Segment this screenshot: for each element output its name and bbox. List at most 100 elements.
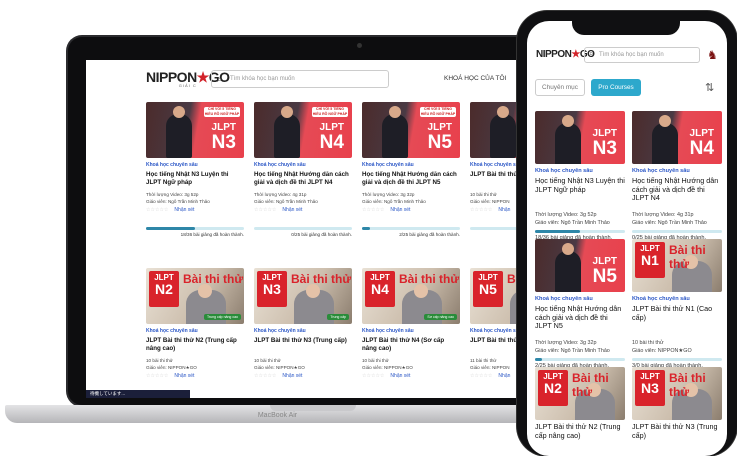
course-title[interactable]: JLPT Bài thi thử N3 (Trung cấp): [254, 337, 352, 353]
progress-bar: [254, 227, 352, 230]
course-thumbnail[interactable]: JLPT N1 Bài thi thử: [632, 239, 722, 292]
course-title[interactable]: JLPT Bài thi thử N1 (Cao cấp): [632, 305, 722, 339]
progress-bar: [632, 230, 722, 233]
course-meta: 10 bài thi thử Giáo viên: NIPPON★GO: [254, 357, 352, 371]
jlpt-level-badge: JLPT N3: [635, 370, 665, 406]
level-tag: Sơ cấp nâng cao: [424, 314, 457, 320]
exam-label: Bài thi thử: [572, 371, 609, 399]
review-link[interactable]: Nhận xét: [174, 207, 194, 213]
course-teacher: Giáo viên: Ngô Trần Minh Thảo: [632, 220, 707, 226]
course-title[interactable]: JLPT Bài thi thử: [470, 171, 522, 187]
course-thumbnail[interactable]: JLPTN5Bài: [470, 268, 522, 324]
phone-screen: NIPPON★GO ⌕ Tìm khóa học bạn muốn ♞ Chuy…: [527, 21, 727, 456]
teacher-photo: [166, 106, 192, 158]
course-duration: 10 bài thi thử: [470, 192, 497, 197]
course-title[interactable]: JLPT Bài thi thử N2 (Trung cấp nâng cao): [535, 423, 625, 456]
course-thumbnail[interactable]: JLPT N3: [535, 111, 625, 164]
course-card[interactable]: JLPT N4 Khoá học chuyên sâu Học tiếng Nhật …: [632, 111, 722, 241]
course-duration: Thời lượng Video: 3g 32p: [362, 192, 415, 197]
search-input[interactable]: ⌕ Tìm khóa học bạn muốn: [211, 70, 389, 88]
rating-stars: ☆☆☆☆☆: [470, 373, 493, 379]
teacher-photo: [274, 106, 300, 158]
course-title[interactable]: Học tiếng Nhật N3 Luyện thi JLPT Ngữ phá…: [146, 171, 244, 187]
course-thumbnail[interactable]: JLPT N2 Bài thi thử Trung cấp nâng cao: [146, 268, 244, 324]
course-card[interactable]: JLPTN1 Khoá học chuyên sâu JLPT Bài thi th…: [470, 102, 522, 237]
course-thumbnail[interactable]: JLPT N4: [632, 111, 722, 164]
course-thumbnail[interactable]: JLPT N3 Bài thi thử Trung cấp: [254, 268, 352, 324]
course-duration: 11 bài thi thử: [470, 358, 497, 363]
jlpt-level-badge: JLPT N5: [593, 257, 617, 287]
phone-notch: [572, 18, 680, 35]
course-title[interactable]: JLPT Bài thi thử N2 (Trung cấp nâng cao): [146, 337, 244, 353]
course-thumbnail[interactable]: JLPT N3 Bài thi thử: [632, 367, 722, 420]
category-filter-button[interactable]: Chuyên mục: [535, 79, 585, 96]
course-card[interactable]: JLPT N3 Bài thi thử JLPT Bài thi thử N3 (Tr…: [632, 367, 722, 456]
course-card[interactable]: CHỈ VỚI 5 TIẾNG HIỂU RÕ NGỮ PHÁP JLPT N5 Kh…: [362, 102, 460, 237]
course-thumbnail[interactable]: JLPT N5: [535, 239, 625, 292]
level-label: N3: [641, 380, 659, 396]
course-card[interactable]: JLPT N1 Bài thi thử Khoá học chuyên sâu JLPT…: [632, 239, 722, 369]
course-card[interactable]: CHỈ VỚI 5 TIẾNG HIỂU RÕ NGỮ PHÁP JLPT N3 Kh…: [146, 102, 244, 237]
exam-label: Bài thi thử: [669, 371, 706, 399]
level-label: N2: [544, 380, 562, 396]
course-thumbnail[interactable]: CHỈ VỚI 5 TIẾNG HIỂU RÕ NGỮ PHÁP JLPT N5: [362, 102, 460, 158]
course-title[interactable]: Học tiếng Nhật N3 Luyện thi JLPT Ngữ phá…: [535, 177, 625, 211]
review-link[interactable]: Nhận xét: [282, 207, 302, 213]
promo-badge: CHỈ VỚI 5 TIẾNG HIỂU RÕ NGỮ PHÁP: [420, 107, 456, 117]
jlpt-level-badge: JLPT N5: [427, 123, 452, 153]
level-label: N5: [427, 132, 452, 153]
course-title[interactable]: Học tiếng Nhật Hướng dẫn cách giải và dị…: [535, 305, 625, 339]
course-card[interactable]: JLPT N3 Bài thi thử Trung cấp Khoá học chuyê…: [254, 268, 352, 379]
course-card[interactable]: JLPT N2 Bài thi thử Trung cấp nâng cao Khoá …: [146, 268, 244, 379]
review-link[interactable]: Nhận xét: [390, 373, 410, 379]
pro-courses-button[interactable]: Pro Courses: [591, 79, 641, 96]
jlpt-level-badge: JLPT N1: [635, 242, 665, 278]
course-category: Khoá học chuyên sâu: [470, 162, 522, 168]
course-title[interactable]: Học tiếng Nhật Hướng dẫn cách giải và dị…: [632, 177, 722, 211]
course-thumbnail[interactable]: JLPT N4 Bài thi thử Sơ cấp nâng cao: [362, 268, 460, 324]
review-link[interactable]: Nhận xét: [282, 373, 302, 379]
course-title[interactable]: Học tiếng Nhật Hướng dẫn cách giải và dị…: [254, 171, 352, 187]
review-link[interactable]: Nhận xét: [174, 373, 194, 379]
course-teacher: Giáo viên: Ngô Trần Minh Thảo: [254, 199, 318, 204]
rating-stars: ☆☆☆☆☆: [470, 207, 493, 213]
progress-text: 3/0: [470, 232, 522, 237]
course-teacher: Giáo viên: Ngô Trần Minh Thảo: [535, 220, 610, 226]
course-title[interactable]: JLPT Bài thi thử N4 (Sơ cấp nâng cao): [362, 337, 460, 353]
course-meta: Thời lượng Video: 3g 52p Giáo viên: Ngô T…: [535, 211, 625, 227]
course-meta: Thời lượng Video: 3g 52p Giáo viên: Ngô T…: [146, 191, 244, 205]
search-icon: ⌕: [589, 49, 594, 58]
progress-fill: [146, 227, 195, 230]
phone-search-input[interactable]: ⌕ Tìm khóa học bạn muốn: [584, 47, 700, 63]
course-duration: 10 bài thi thử: [632, 340, 664, 346]
course-card[interactable]: JLPT N4 Bài thi thử Sơ cấp nâng cao Khoá học…: [362, 268, 460, 379]
course-category: Khoá học chuyên sâu: [535, 296, 593, 302]
sort-icon[interactable]: ⇅: [705, 81, 714, 94]
user-avatar-icon[interactable]: ♞: [707, 48, 720, 62]
my-courses-link[interactable]: KHOÁ HỌC CỦA TÔI: [444, 75, 506, 82]
course-title[interactable]: JLPT Bài thi thử: [470, 337, 522, 353]
course-thumbnail[interactable]: CHỈ VỚI 5 TIẾNG HIỂU RÕ NGỮ PHÁP JLPT N4: [254, 102, 352, 158]
course-card[interactable]: JLPT N2 Bài thi thử JLPT Bài thi thử N2 (Tr…: [535, 367, 625, 456]
course-title[interactable]: JLPT Bài thi thử N3 (Trung cấp): [632, 423, 722, 456]
course-meta: 10 bài thi thử Giáo viên: NIPPON★GO: [362, 357, 460, 371]
level-tag: Trung cấp: [327, 314, 349, 320]
course-card[interactable]: JLPT N3 Khoá học chuyên sâu Học tiếng Nhật …: [535, 111, 625, 241]
review-link[interactable]: Nhận xét: [390, 207, 410, 213]
level-label: N3: [592, 138, 617, 159]
course-thumbnail[interactable]: JLPTN1: [470, 102, 522, 158]
rating-stars: ☆☆☆☆☆: [362, 207, 385, 213]
course-thumbnail[interactable]: CHỈ VỚI 5 TIẾNG HIỂU RÕ NGỮ PHÁP JLPT N3: [146, 102, 244, 158]
course-card[interactable]: JLPTN5Bài Khoá học chuyên sâu JLPT Bài thi…: [470, 268, 522, 379]
course-card[interactable]: JLPT N5 Khoá học chuyên sâu Học tiếng Nhật …: [535, 239, 625, 369]
teacher-photo: [555, 243, 581, 292]
rating-stars: ☆☆☆☆☆: [146, 373, 169, 379]
course-category: Khoá học chuyên sâu: [362, 162, 414, 168]
course-card[interactable]: CHỈ VỚI 5 TIẾNG HIỂU RÕ NGỮ PHÁP JLPT N4 Kh…: [254, 102, 352, 237]
course-title[interactable]: Học tiếng Nhật Hướng dẫn cách giải và dị…: [362, 171, 460, 187]
course-category: Khoá học chuyên sâu: [632, 296, 690, 302]
exam-label: Bài thi thử: [291, 272, 352, 286]
review-link[interactable]: Nhận: [498, 373, 510, 379]
review-link[interactable]: Nhận: [498, 207, 510, 213]
course-thumbnail[interactable]: JLPT N2 Bài thi thử: [535, 367, 625, 420]
